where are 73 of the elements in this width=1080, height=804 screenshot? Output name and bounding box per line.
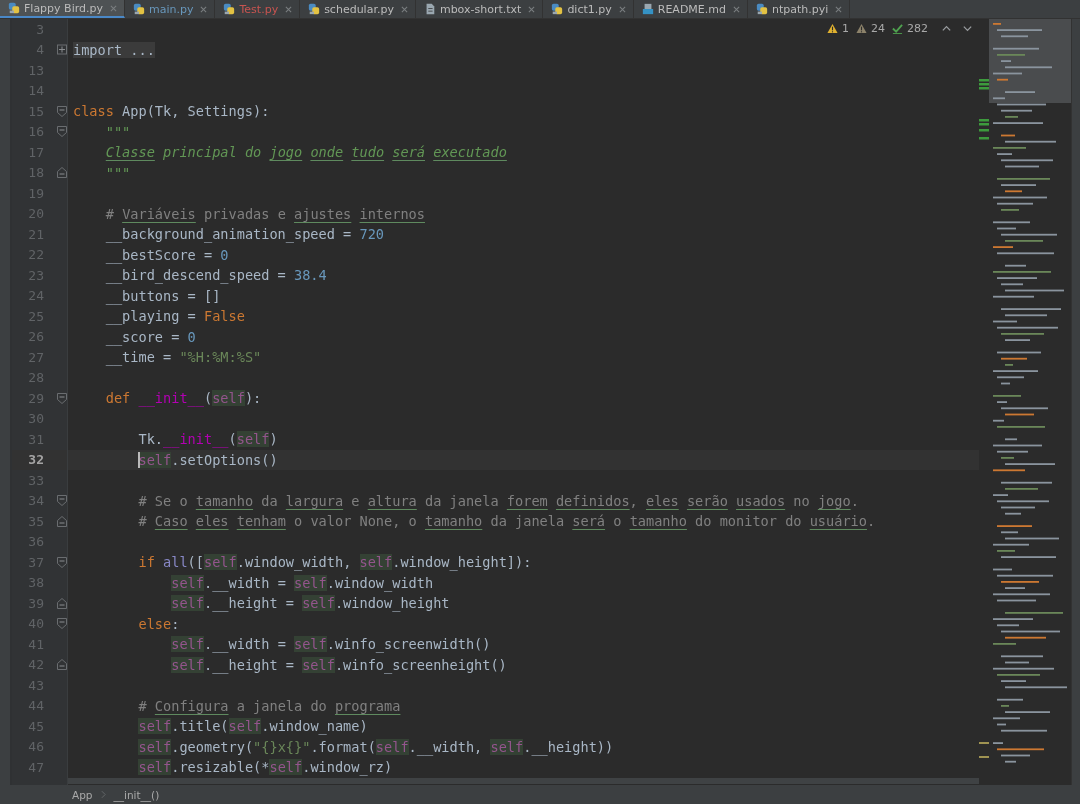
checkmark-icon[interactable]: [892, 23, 903, 34]
code-line: self.setOptions(): [73, 451, 278, 468]
code-line: __bird_descend_speed = 38.4: [104, 267, 327, 284]
breadcrumb-item[interactable]: App: [72, 788, 93, 801]
python-file-icon: [223, 3, 236, 15]
fold-end-icon[interactable]: [57, 167, 67, 179]
inspection-count: 24: [871, 22, 885, 35]
warning-icon[interactable]: [827, 23, 838, 34]
code-line: __bestScore = 0: [104, 246, 229, 263]
code-line: else:: [137, 615, 180, 632]
code-line: __score = 0: [104, 328, 196, 345]
close-icon[interactable]: [528, 5, 536, 13]
code-line: Tk.__init__(self): [137, 431, 278, 448]
python-file-icon: [8, 2, 20, 14]
markdown-file-icon: [641, 3, 654, 15]
code-line: self.__width = self.window_width: [170, 574, 434, 591]
editor-tab[interactable]: dict1.py: [543, 0, 634, 18]
fold-icon[interactable]: [57, 105, 67, 117]
code-line: __buttons = []: [104, 287, 221, 304]
code-line: Classe principal do jogo onde tudo será executado: [104, 144, 507, 161]
close-icon[interactable]: [618, 5, 626, 13]
python-file-icon: [308, 3, 321, 15]
expand-fold-icon[interactable]: [57, 44, 67, 56]
close-icon[interactable]: [110, 4, 117, 12]
code-line: self.__height = self.winfo_screenheight(): [170, 656, 507, 673]
close-icon[interactable]: [400, 5, 408, 13]
code-line: __playing = False: [104, 308, 245, 325]
code-line: if all([self.window_width, self.window_height]):: [137, 554, 532, 571]
breadcrumb-item[interactable]: __init__(): [113, 788, 160, 801]
fold-icon[interactable]: [57, 126, 67, 138]
editor-tab[interactable]: main.py: [125, 0, 216, 18]
code-line: # Variáveis privadas e ajustes internos: [104, 205, 425, 222]
editor-tab[interactable]: README.md: [633, 0, 748, 18]
fold-end-icon[interactable]: [57, 597, 67, 609]
fold-end-icon[interactable]: [57, 515, 67, 527]
python-file-icon: [551, 3, 564, 15]
editor-tab[interactable]: mbox-short.txt: [415, 0, 544, 18]
code-line: # Configura a janela do programa: [137, 697, 401, 714]
code-line: self.title(self.window_name): [137, 718, 368, 735]
line-number: 32: [27, 452, 44, 468]
editor-tab[interactable]: schedular.py: [300, 0, 416, 18]
fold-icon[interactable]: [57, 618, 67, 630]
fold-icon[interactable]: [57, 392, 67, 404]
close-icon[interactable]: [733, 5, 740, 13]
code-line: # Se o tamanho da largura e altura da janela forem definidos, eles serão usados no jogo.: [137, 492, 859, 509]
chevron-right-icon: [100, 790, 106, 799]
code-line: # Caso eles tenham o valor None, o tamanho da janela será o tamanho do monitor do usuário.: [137, 513, 876, 530]
code-line: def __init__(self):: [104, 390, 262, 407]
close-icon[interactable]: [835, 5, 843, 13]
editor-tab[interactable]: Flappy Bird.py: [0, 0, 125, 18]
code-line: """: [104, 164, 131, 181]
python-file-icon: [756, 3, 768, 15]
code-line: self.__height = self.window_height: [170, 595, 450, 612]
inspection-count: 1: [842, 22, 849, 35]
chevron-down-icon[interactable]: [962, 23, 973, 34]
close-icon[interactable]: [200, 5, 208, 13]
code-line: __time = "%H:%M:%S": [104, 349, 262, 366]
close-icon[interactable]: [285, 5, 293, 13]
inspection-count: 282: [907, 22, 928, 35]
python-file-icon: [133, 3, 145, 15]
horizontal-scrollbar[interactable]: [68, 777, 979, 784]
editor-tab[interactable]: ntpath.pyi: [748, 0, 851, 18]
code-line: self.geometry("{}x{}".format(self.__width, self.__height)): [137, 738, 614, 755]
weak-warning-icon[interactable]: [856, 23, 867, 34]
chevron-up-icon[interactable]: [941, 23, 952, 34]
fold-icon[interactable]: [57, 495, 67, 507]
code-line: """: [104, 123, 131, 140]
code-line: class App(Tk, Settings):: [73, 103, 270, 120]
code-line: __background_animation_speed = 720: [104, 226, 385, 243]
code-line: self.__width = self.winfo_screenwidth(): [170, 636, 491, 653]
code-line: self.resizable(*self.window_rz): [137, 759, 393, 776]
fold-icon[interactable]: [57, 556, 67, 568]
fold-end-icon[interactable]: [57, 659, 67, 671]
